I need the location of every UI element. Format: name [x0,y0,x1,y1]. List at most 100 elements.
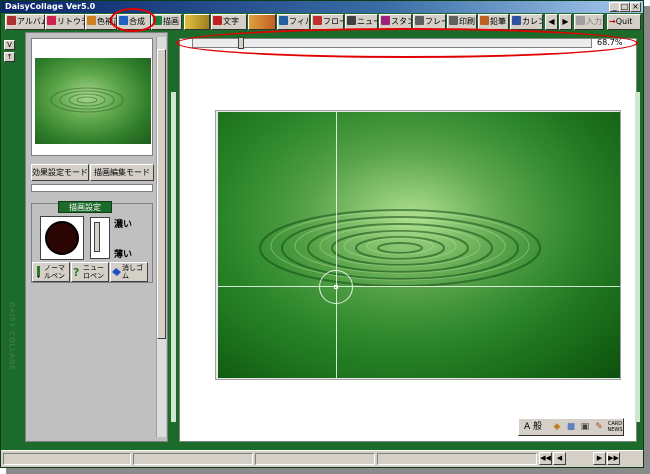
toolbar-next-button[interactable]: ▶ [559,14,572,30]
text-icon [213,16,222,25]
stamp-icon[interactable]: ■ [565,421,577,433]
svg-text:?: ? [73,266,79,278]
next-page-button[interactable]: ▶ [593,452,606,465]
heart-icon [47,16,56,25]
thumbnail-image [35,58,151,144]
annotation-ellipse-zoom [176,28,638,58]
stamp-icon [381,16,390,25]
density-slider-knob[interactable] [94,222,100,252]
status-bar: ◀◀ ◀ ▶ ▶▶ [1,450,643,467]
toolbar-undo-label: 入力 [586,17,602,26]
toolbar-retouch-label: リトウチ [57,17,84,26]
tool-palette: A 般 ◆ ■ ▣ ✎ CARD NEWS [518,418,624,436]
toolbar-text-button[interactable]: 文字 [211,14,247,30]
toolbar-retouch-button[interactable]: リトウチ [45,14,85,30]
neuro-icon [347,16,356,25]
toolbar-filter-button[interactable]: フィルタ [277,14,310,30]
print-icon [449,16,458,25]
eraser-icon [112,268,121,276]
toolbar-stamp-label: スタンプ [391,17,411,26]
viewport-left-rail [171,92,176,422]
water-ripple-image [218,112,620,378]
draw-settings-title: 描画設定 [58,201,112,213]
status-cell-4 [377,453,537,465]
toolbar-pencil-button[interactable]: 鉛筆 [478,14,509,30]
toolbar-image2-button[interactable] [248,14,276,30]
vertical-logo-text: DAISY COLLAGE [8,302,16,371]
brush-color-swatch [45,221,79,255]
toolbar-print-label: 印刷 [459,17,475,26]
arrow-right-icon: → [609,17,616,26]
maximize-button[interactable]: □ [619,2,630,12]
toolbar-neuro-label: ニューロ [357,17,377,26]
pencil-icon[interactable]: ✎ [593,421,605,433]
toolbar-calendar-label: カレンダ [522,17,542,26]
annotation-ellipse-composite [110,8,156,32]
eraser-button[interactable]: 消しゴム [110,262,148,282]
brush-color-preview[interactable] [40,216,84,260]
filter-icon [279,16,288,25]
crop-icon[interactable]: ▣ [579,421,591,433]
undo-icon [576,16,585,25]
toolbar-prev-button[interactable]: ◀ [545,14,558,30]
toolbar-filter-label: フィルタ [289,17,309,26]
crosshair-horizontal [218,286,620,287]
quit-button[interactable]: →Quit [607,14,641,30]
close-button[interactable]: × [630,2,641,12]
toolbar-float-label: フロート [323,17,343,26]
toolbar-float-button[interactable]: フロート [311,14,344,30]
camera-icon[interactable]: CARD NEWS [607,421,623,433]
thumbnail-preview [31,38,153,156]
view-toggle-button[interactable]: V [4,40,15,50]
toolbar-album-label: アルバム [17,17,44,26]
toolbar-image1-button[interactable] [184,14,210,30]
crosshair-vertical [336,112,337,378]
viewport-right-rail [635,92,640,422]
toolbar-draw-label: 描画 [163,17,179,26]
tab-draw-edit-mode[interactable]: 描画編集モード [90,164,154,181]
status-cell-2 [133,453,253,465]
calendar-icon [512,16,521,25]
toolbar-album-button[interactable]: アルバム [5,14,45,30]
frame-icon [415,16,424,25]
album-icon [7,16,16,25]
last-page-button[interactable]: ▶▶ [607,452,620,465]
effect-slider[interactable] [31,184,153,192]
left-strip: V ↑ DAISY COLLAGE [1,32,18,456]
toolbar-pencil-label: 鉛筆 [490,17,506,26]
eraser-label: 消しゴム [122,264,143,280]
quit-label: Quit [615,17,633,26]
status-cell-1 [3,453,131,465]
panel-scrollbar-thumb[interactable] [157,49,166,339]
toolbar-frame-label: フレーム [425,17,445,26]
prev-page-button[interactable]: ◀ [553,452,566,465]
thumbnail-ripple [50,87,124,113]
first-page-button[interactable]: ◀◀ [539,452,552,465]
neuro-pen-label: ニューロペン [83,264,104,280]
normal-pen-button[interactable]: ノーマルペン [32,262,70,282]
pen-icon [37,266,40,278]
left-panel: 効果設定モード 描画編集モード 描画設定 濃い 薄い ノーマルペン ? ニューロ… [25,32,168,442]
tab-effect-mode[interactable]: 効果設定モード [31,164,89,181]
bucket-icon[interactable]: ◆ [551,421,563,433]
status-cell-3 [255,453,375,465]
text-a-icon[interactable]: A 般 [522,421,544,433]
window-title: DaisyCollage Ver5.0 [5,2,96,11]
toolbar-calendar-button[interactable]: カレンダ [510,14,543,30]
up-button[interactable]: ↑ [4,52,15,62]
window-shadow-right [644,6,650,474]
panel-scrollbar[interactable] [156,37,166,437]
toolbar-undo-button[interactable]: 入力 [574,14,604,30]
density-slider[interactable] [90,217,110,259]
toolbar-text-label: 文字 [223,17,239,26]
pencil-icon [480,16,489,25]
window-shadow-bottom [6,468,650,474]
neuro-pen-button[interactable]: ? ニューロペン [71,262,109,282]
float-icon [313,16,322,25]
neuro-pen-icon: ? [73,266,79,278]
cursor-center [334,285,338,289]
normal-pen-label: ノーマルペン [44,264,65,280]
title-bar: DaisyCollage Ver5.0 _ □ × [1,1,643,13]
canvas-image[interactable] [218,112,620,378]
density-high-label: 濃い [114,220,133,230]
